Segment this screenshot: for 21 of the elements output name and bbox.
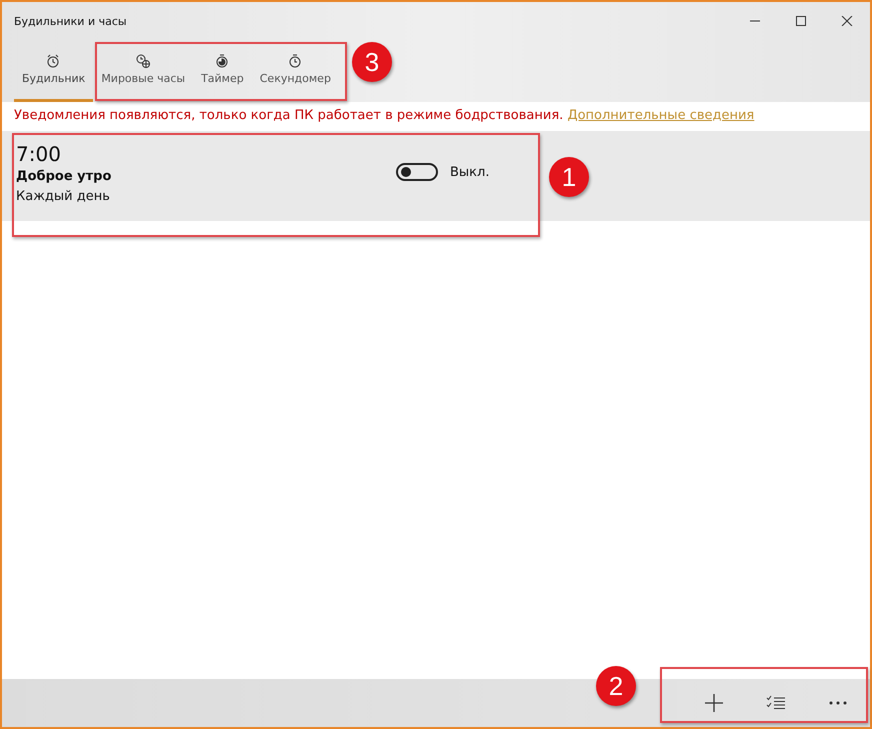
alarm-name: Доброе утро [16, 168, 112, 186]
maximize-icon[interactable] [795, 16, 807, 26]
clock-globe-icon [136, 54, 151, 68]
notice-text: Уведомления появляются, только когда ПК работает в режиме бодрствования. [14, 108, 564, 123]
alarm-time: 7:00 [16, 141, 62, 167]
toggle-switch[interactable] [396, 163, 438, 181]
toggle-label: Выкл. [450, 164, 490, 180]
close-icon[interactable] [841, 16, 853, 26]
stopwatch-icon [288, 54, 303, 68]
timer-icon [214, 54, 230, 68]
add-icon[interactable] [704, 693, 724, 713]
tab[interactable]: Будильник [14, 40, 94, 102]
more-icon[interactable] [828, 701, 848, 705]
alarm-repeat: Каждый день [16, 188, 111, 206]
tab[interactable]: Мировые часы [93, 40, 194, 102]
tab[interactable]: Таймер [193, 40, 252, 102]
alarm-clock-icon [46, 54, 62, 68]
window-title: Будильники и часы [13, 14, 128, 28]
checklist-icon[interactable] [766, 695, 786, 711]
step-number: 2 [596, 666, 636, 706]
tab[interactable]: Секундомер [252, 40, 339, 102]
